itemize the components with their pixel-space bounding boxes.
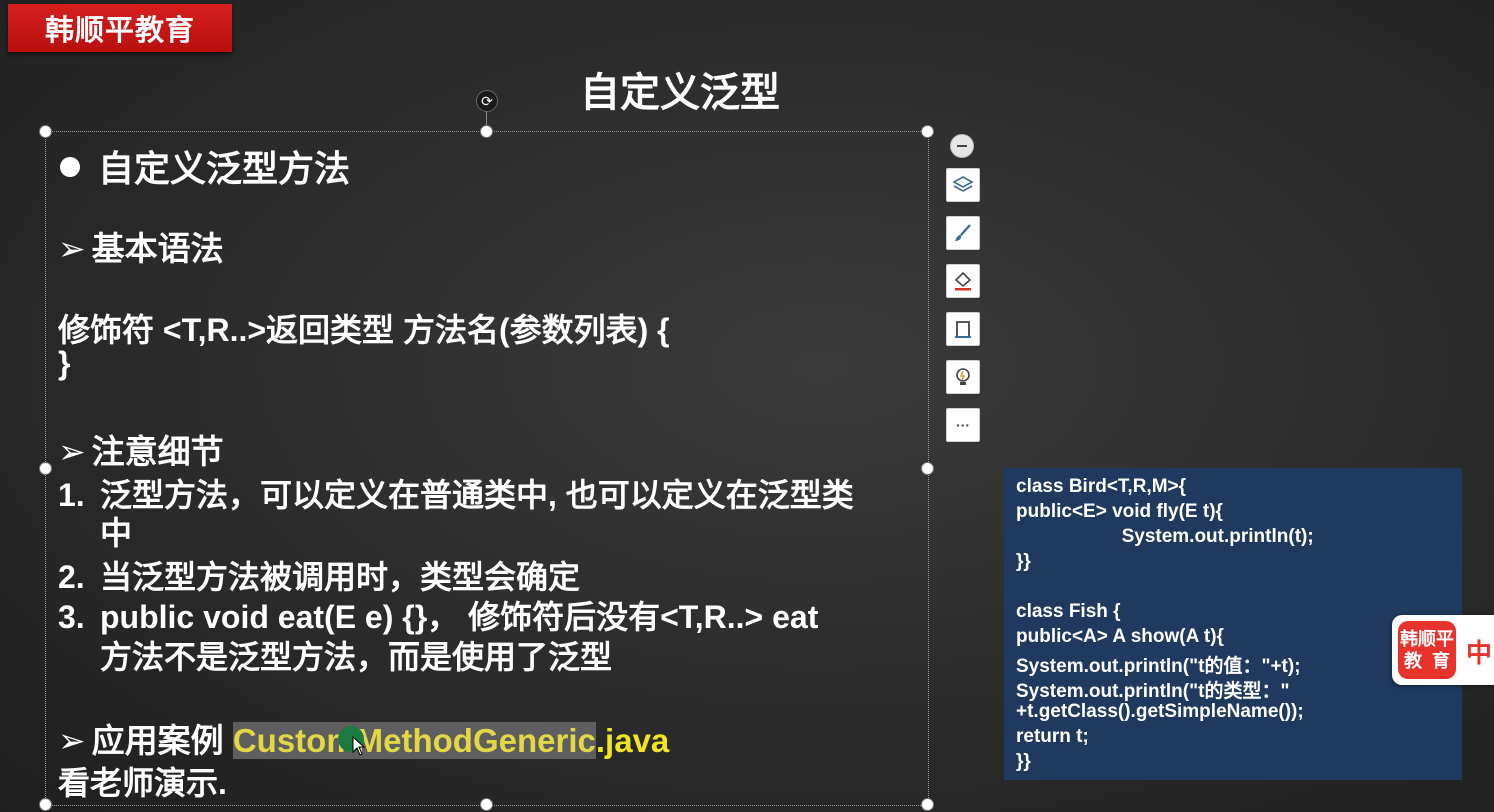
logo-widget[interactable]: 韩顺平 教 育 中: [1392, 615, 1494, 685]
resize-handle-top[interactable]: [480, 125, 493, 138]
layers-button[interactable]: [946, 168, 980, 202]
code-line: public<E> void fly(E t){: [1016, 501, 1223, 522]
lightbulb-icon: [956, 368, 970, 385]
layers-icon: [952, 176, 974, 192]
syntax-line-2: }: [58, 345, 71, 381]
resize-handle-bottom[interactable]: [480, 798, 493, 811]
fill-button[interactable]: [946, 264, 980, 298]
note-1-line-1: 1. 泛型方法，可以定义在普通类中, 也可以定义在泛型类: [58, 477, 854, 513]
code-line: class Fish {: [1016, 601, 1121, 622]
code-line: System.out.println("t的类型：": [1016, 681, 1290, 702]
ideas-button[interactable]: [946, 360, 980, 394]
collapse-toolbar-button[interactable]: [950, 134, 974, 158]
frame-button[interactable]: [946, 312, 980, 346]
brand-logo: 韩顺平 教 育: [1398, 621, 1456, 679]
code-line: public<A> A show(A t){: [1016, 626, 1224, 647]
note-1-line-2: 中: [100, 515, 133, 551]
resize-handle-top-left[interactable]: [39, 125, 52, 138]
note-3-line-2: 方法不是泛型方法，而是使用了泛型: [100, 639, 613, 675]
arrow-bullet-icon: ➢: [58, 230, 86, 267]
arrow-bullet-icon: ➢: [58, 433, 86, 470]
logo-extra-text: 中: [1466, 638, 1493, 668]
resize-handle-right[interactable]: [921, 462, 934, 475]
brush-icon: [955, 224, 971, 241]
brand-tag: 韩顺平教育: [8, 4, 232, 52]
arrow-bullet-icon: ➢: [58, 722, 86, 759]
frame-icon: [955, 321, 971, 338]
code-line: System.out.println(t);: [1016, 526, 1314, 547]
code-line: }}: [1016, 751, 1031, 772]
code-line: class Bird<T,R,M>{: [1016, 476, 1187, 497]
code-line: }}: [1016, 551, 1031, 572]
bullet-dot-icon: [60, 157, 80, 177]
resize-handle-top-right[interactable]: [921, 125, 934, 138]
syntax-label: ➢ 基本语法: [58, 230, 224, 267]
section-heading: 自定义泛型方法: [60, 140, 350, 192]
rotate-handle[interactable]: ⟳: [476, 90, 498, 112]
syntax-line-1: 修饰符 <T,R..>返回类型 方法名(参数列表) {: [58, 312, 670, 348]
fill-icon: [954, 271, 972, 291]
resize-handle-bottom-left[interactable]: [39, 798, 52, 811]
minus-icon: [957, 145, 967, 147]
resize-handle-left[interactable]: [39, 462, 52, 475]
resize-handle-bottom-right[interactable]: [921, 798, 934, 811]
mouse-cursor-icon: [352, 736, 366, 756]
brush-button[interactable]: [946, 216, 980, 250]
code-line: return t;: [1016, 726, 1089, 747]
code-line: +t.getClass().getSimpleName());: [1016, 701, 1304, 722]
case-file-highlight: CustomMethodGeneric: [232, 722, 596, 759]
more-icon: ···: [956, 417, 970, 433]
more-button[interactable]: ···: [946, 408, 980, 442]
rotate-icon: ⟳: [481, 93, 493, 109]
code-line: System.out.println("t的值："+t);: [1016, 656, 1301, 677]
slide-title: 自定义泛型: [580, 71, 780, 115]
case-file-ext: .java: [595, 722, 670, 759]
case-note: 看老师演示.: [58, 765, 227, 801]
notes-label: ➢ 注意细节: [58, 433, 224, 470]
